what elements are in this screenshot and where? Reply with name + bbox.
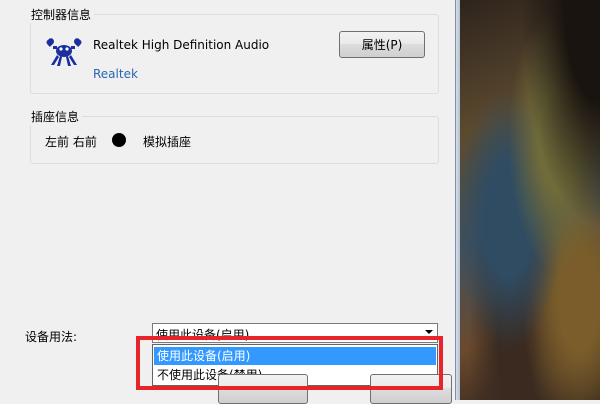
jack-color-dot — [112, 133, 126, 147]
jack-type: 模拟插座 — [143, 135, 192, 149]
chevron-down-icon[interactable] — [425, 330, 433, 334]
desktop-wallpaper — [460, 0, 600, 400]
realtek-crab-icon — [46, 38, 82, 66]
jack-positions: 左前 右前 — [45, 135, 97, 149]
device-usage-label: 设备用法: — [25, 330, 78, 344]
sound-properties-dialog: 控制器信息 Realtek High Definition Audio Real… — [0, 0, 460, 404]
jack-info-title: 插座信息 — [28, 108, 83, 125]
controller-info-title: 控制器信息 — [28, 6, 95, 23]
properties-button[interactable]: 属性(P) — [339, 31, 425, 58]
red-highlight-box — [136, 336, 443, 390]
device-name: Realtek High Definition Audio — [93, 38, 270, 52]
manufacturer-link[interactable]: Realtek — [93, 67, 138, 81]
